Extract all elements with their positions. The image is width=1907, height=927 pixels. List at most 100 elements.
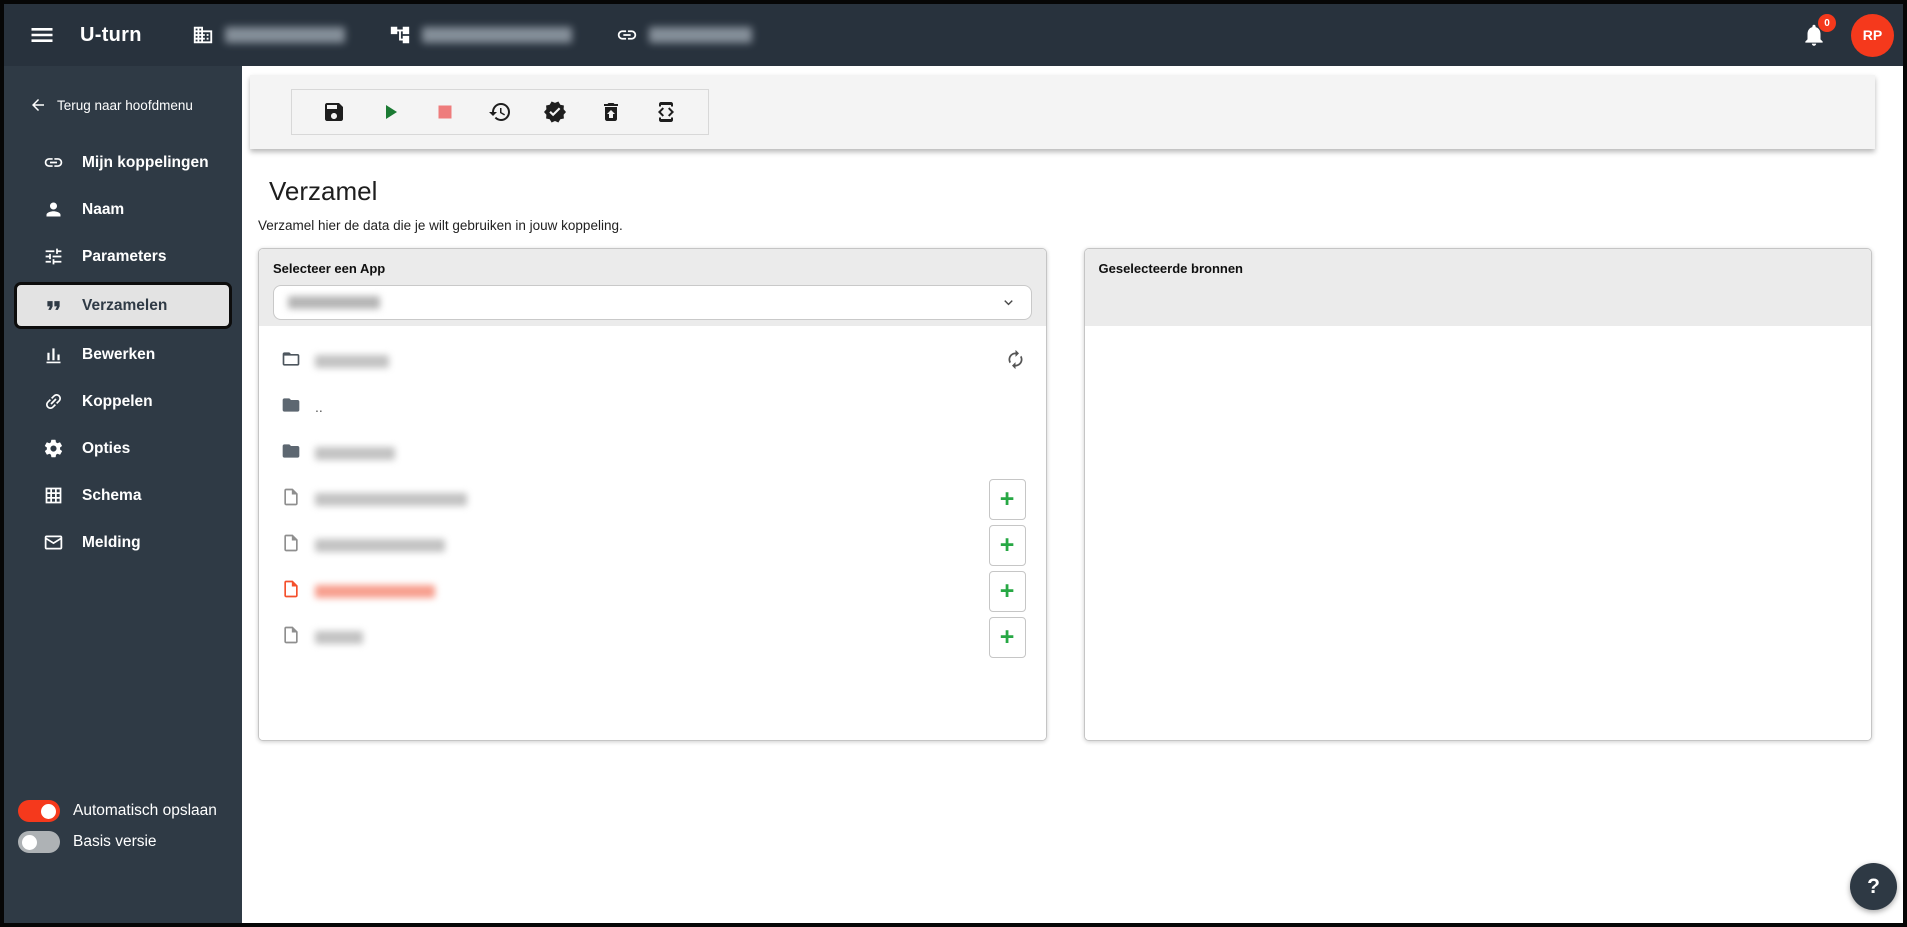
- page-title: Verzamel: [269, 176, 378, 206]
- redacted-selected-app: [288, 296, 380, 309]
- sidebar-item-opties[interactable]: Opties: [4, 425, 242, 472]
- toolbar-band: [250, 75, 1875, 149]
- redacted-file-name: [315, 492, 467, 506]
- current-dir-row: [281, 338, 1026, 384]
- sidebar-item-schema[interactable]: Schema: [4, 472, 242, 519]
- sidebar-item-bewerken[interactable]: Bewerken: [4, 331, 242, 378]
- verified-icon: [544, 101, 567, 123]
- selected-sources-panel: Geselecteerde bronnen: [1083, 248, 1872, 741]
- topbar: U-turn 0 RP: [4, 4, 1903, 66]
- add-source-button[interactable]: +: [988, 616, 1026, 658]
- redacted-folder-name: [315, 446, 395, 460]
- run-button[interactable]: [377, 99, 403, 125]
- refresh-button[interactable]: [1005, 349, 1026, 373]
- redacted-file-name: [315, 584, 435, 598]
- sidebar-menu: Mijn koppelingen Naam Parameters Verzame…: [4, 139, 242, 566]
- back-label: Terug naar hoofdmenu: [57, 97, 193, 113]
- notification-badge: 0: [1818, 14, 1836, 32]
- folder-up-label: ..: [315, 399, 323, 415]
- add-source-button[interactable]: +: [988, 570, 1026, 612]
- notifications-button[interactable]: 0: [1801, 14, 1836, 48]
- environment-tree-icon: [390, 26, 409, 44]
- sidebar-item-label: Koppelen: [82, 392, 153, 410]
- file-row: +: [281, 522, 1026, 568]
- validate-button[interactable]: [542, 99, 568, 125]
- arrow-left-icon: [32, 99, 44, 111]
- file-row: +: [281, 476, 1026, 522]
- stop-button[interactable]: [432, 99, 458, 125]
- redacted-connection-name: [648, 27, 752, 43]
- topbar-environment-item[interactable]: [389, 24, 572, 46]
- redacted-file-name: [315, 630, 363, 644]
- file-icon: [281, 579, 301, 604]
- source-panel-header: Selecteer een App: [259, 249, 1046, 326]
- add-source-button[interactable]: +: [988, 524, 1026, 566]
- sidebar-item-label: Parameters: [82, 247, 167, 265]
- save-icon: [325, 103, 344, 121]
- sidebar-item-label: Naam: [82, 200, 125, 218]
- file-icon: [281, 625, 301, 650]
- chevron-down-icon: [1003, 300, 1013, 306]
- autosave-toggle-row: Automatisch opslaan: [18, 800, 242, 822]
- help-button[interactable]: ?: [1850, 863, 1897, 910]
- file-icon: [281, 533, 301, 558]
- sidebar-item-mijn-koppelingen[interactable]: Mijn koppelingen: [4, 139, 242, 186]
- toggle-knob: [41, 803, 56, 819]
- hamburger-menu-button[interactable]: [28, 23, 58, 47]
- toggle-knob: [22, 834, 37, 850]
- code-button[interactable]: [653, 99, 679, 125]
- save-button[interactable]: [321, 99, 347, 125]
- autosave-toggle[interactable]: [18, 800, 60, 822]
- redacted-environment-name: [421, 27, 572, 43]
- table-grid-icon: [45, 487, 62, 504]
- sidebar-item-melding[interactable]: Melding: [4, 519, 242, 566]
- app-title: U-turn: [80, 23, 142, 46]
- folder-row[interactable]: [281, 430, 1026, 476]
- body: Terug naar hoofdmenu Mijn koppelingen Na…: [4, 66, 1903, 923]
- redacted-file-name: [315, 538, 445, 552]
- topbar-nav: [192, 24, 752, 46]
- delete-button[interactable]: [598, 99, 624, 125]
- page-subtitle: Verzamel hier de data die je wilt gebrui…: [258, 218, 623, 233]
- sidebar-item-verzamelen[interactable]: Verzamelen: [14, 282, 232, 329]
- play-icon: [385, 105, 397, 119]
- app-select[interactable]: [273, 285, 1032, 320]
- basic-version-toggle[interactable]: [18, 831, 60, 853]
- folder-open-icon: [281, 349, 301, 374]
- history-button[interactable]: [487, 99, 513, 125]
- stop-icon: [438, 105, 452, 119]
- panels: Selecteer een App .. + + + + Geselecteer…: [258, 248, 1872, 741]
- envelope-icon: [44, 535, 63, 550]
- toolbar: [291, 89, 709, 135]
- bar-chart-icon: [46, 348, 61, 364]
- sidebar-item-naam[interactable]: Naam: [4, 186, 242, 233]
- topbar-connection-item[interactable]: [616, 24, 752, 46]
- redacted-company-name: [224, 27, 345, 43]
- file-row: +: [281, 614, 1026, 660]
- developer-mode-icon: [657, 102, 674, 122]
- sidebar-item-label: Schema: [82, 486, 142, 504]
- history-icon: [489, 103, 510, 121]
- folder-up-row[interactable]: ..: [281, 384, 1026, 430]
- avatar[interactable]: RP: [1851, 13, 1894, 57]
- person-icon: [46, 202, 61, 217]
- topbar-right: 0 RP: [1801, 13, 1903, 57]
- sidebar: Terug naar hoofdmenu Mijn koppelingen Na…: [4, 66, 242, 923]
- sidebar-item-koppelen[interactable]: Koppelen: [4, 378, 242, 425]
- sidebar-item-label: Verzamelen: [82, 296, 168, 314]
- sidebar-toggles: Automatisch opslaan Basis versie: [4, 800, 242, 853]
- back-to-main-menu[interactable]: Terug naar hoofdmenu: [4, 66, 242, 114]
- autosave-label: Automatisch opslaan: [73, 802, 217, 819]
- topbar-company-item[interactable]: [192, 24, 345, 46]
- sidebar-item-label: Opties: [82, 439, 131, 457]
- file-browser: .. + + + +: [259, 326, 1046, 740]
- file-icon: [281, 487, 301, 512]
- add-source-button[interactable]: +: [988, 478, 1026, 520]
- sliders-icon: [45, 248, 62, 265]
- source-panel: Selecteer een App .. + + + +: [258, 248, 1047, 741]
- app-window: U-turn 0 RP Terug naar hoofdmenu Mijn ko…: [0, 0, 1907, 927]
- gear-icon: [44, 439, 63, 458]
- sidebar-item-label: Mijn koppelingen: [82, 153, 209, 171]
- sidebar-item-parameters[interactable]: Parameters: [4, 233, 242, 280]
- link-icon: [44, 158, 63, 167]
